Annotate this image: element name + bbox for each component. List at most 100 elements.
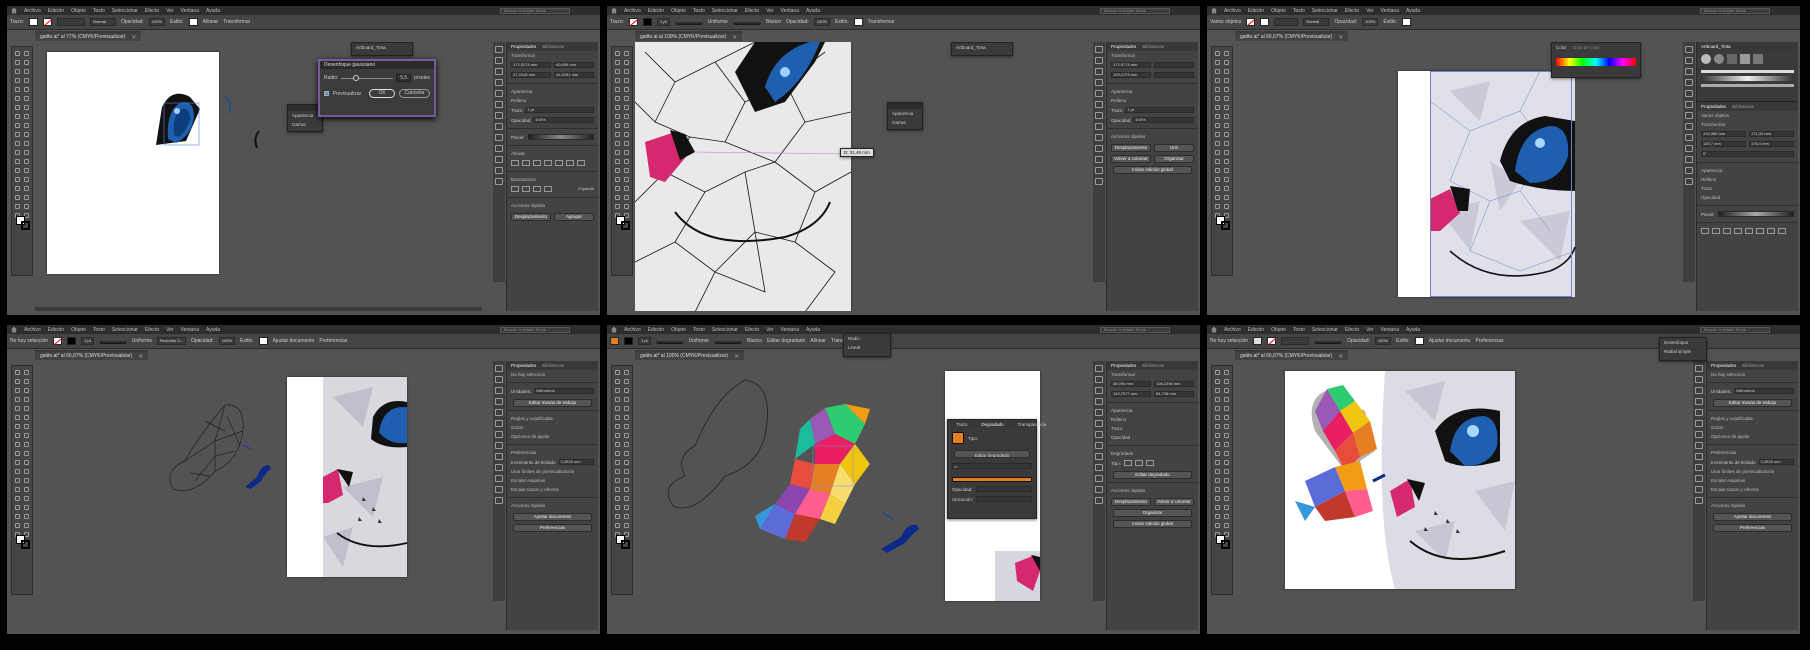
preferencias-button[interactable]: Preferencias [513, 524, 592, 532]
tool-icon[interactable] [615, 451, 620, 456]
tool-icon[interactable] [1215, 168, 1220, 173]
document-tab[interactable]: gatito.ai* al 77% (CMYK/Previsualizar) ✕ [35, 31, 142, 41]
tool-icon[interactable] [1224, 496, 1229, 501]
menu-ayuda[interactable]: Ayuda [806, 327, 820, 333]
tool-icon[interactable] [1215, 186, 1220, 191]
tool-icon[interactable] [15, 487, 20, 492]
desplazamiento-button[interactable]: Desplazamiento [1111, 144, 1151, 152]
tool-icon[interactable] [624, 51, 629, 56]
tool-icon[interactable] [1224, 69, 1229, 74]
stroke-weight-field[interactable]: 1 pt [81, 337, 94, 345]
tab-bibliotecas[interactable]: Bibliotecas [542, 363, 564, 368]
x-field[interactable]: 172,9774 mm [1111, 62, 1151, 68]
stroke-color-icon[interactable] [21, 221, 30, 230]
tool-icon[interactable] [1224, 397, 1229, 402]
tool-icon[interactable] [15, 451, 20, 456]
tool-icon[interactable] [615, 141, 620, 146]
w-field[interactable]: 106,1396 mm [1154, 381, 1194, 387]
tool-icon[interactable] [1215, 379, 1220, 384]
opacidad-row[interactable]: Opacidad [1107, 433, 1198, 442]
tool-icon[interactable] [1215, 114, 1220, 119]
tab-degradado[interactable]: Degradado [977, 420, 1007, 429]
tab-propiedades[interactable]: Propiedades [1701, 104, 1726, 109]
opacity-field[interactable]: 100% [1362, 18, 1379, 26]
tool-icon[interactable] [615, 379, 620, 384]
menu-ayuda[interactable]: Ayuda [1406, 327, 1420, 333]
tool-icon[interactable] [615, 469, 620, 474]
color-spectrum[interactable] [1556, 58, 1636, 66]
menu-ventana[interactable]: Ventana [781, 327, 799, 333]
global-edit-button[interactable]: Iniciar edición global [1113, 520, 1192, 528]
tool-icon[interactable] [24, 487, 29, 492]
menu-ventana[interactable]: Ventana [181, 8, 199, 14]
stroke-swatch[interactable] [67, 337, 77, 345]
tool-icon[interactable] [1224, 406, 1229, 411]
tool-icon[interactable] [615, 415, 620, 420]
menu-efecto[interactable]: Efecto [145, 8, 159, 14]
tool-icon[interactable] [615, 424, 620, 429]
tool-icon[interactable] [1224, 204, 1229, 209]
tool-icon[interactable] [1224, 60, 1229, 65]
tool-icon[interactable] [15, 460, 20, 465]
menu-archivo[interactable]: Archivo [624, 327, 641, 333]
tab-trazo[interactable]: Trazo [952, 420, 971, 429]
x-field[interactable]: 172,5274 mm [511, 62, 551, 68]
tool-icon[interactable] [615, 195, 620, 200]
opacidad-row[interactable]: Opacidad [1697, 193, 1798, 202]
tool-icon[interactable] [15, 168, 20, 173]
tool-icon[interactable] [1224, 114, 1229, 119]
escalar-trazos-checkbox[interactable]: Escalar trazos y efectos [1707, 485, 1798, 494]
y-field[interactable]: 109,4723 mm [1111, 72, 1151, 78]
home-icon[interactable] [1211, 7, 1217, 14]
tool-icon[interactable] [1215, 505, 1220, 510]
tool-icon[interactable] [624, 469, 629, 474]
style-swatch[interactable] [1414, 337, 1424, 345]
tool-icon[interactable] [1215, 388, 1220, 393]
brush-definition[interactable] [1314, 338, 1343, 344]
menu-seleccionar[interactable]: Seleccionar [712, 8, 738, 14]
artboard-tinta-label[interactable]: Artboard_Tinta [952, 43, 1012, 52]
tool-icon[interactable] [624, 388, 629, 393]
style-swatch[interactable] [258, 337, 268, 345]
units-select[interactable]: Milímetros [534, 388, 594, 394]
ajustar-documento-button[interactable]: Ajustar documento [1713, 513, 1792, 521]
ajustar-documento-button[interactable]: Ajustar documento [273, 338, 315, 344]
tool-icon[interactable] [15, 523, 20, 528]
tool-icon[interactable] [624, 78, 629, 83]
tool-icon[interactable] [1215, 442, 1220, 447]
gradient-opacity-field[interactable] [975, 486, 1032, 492]
menu-ventana[interactable]: Ventana [1381, 8, 1399, 14]
incremento-field[interactable]: 0,3528 mm [558, 459, 594, 465]
tab-propiedades[interactable]: Propiedades [1711, 363, 1736, 368]
tab-propiedades[interactable]: Propiedades [511, 363, 536, 368]
tool-icon[interactable] [24, 379, 29, 384]
tool-icon[interactable] [15, 186, 20, 191]
tab-guia-color[interactable]: Guía de color [1573, 45, 1600, 50]
menu-ventana[interactable]: Ventana [781, 8, 799, 14]
tool-icon[interactable] [1224, 487, 1229, 492]
tool-icon[interactable] [624, 168, 629, 173]
tool-icon[interactable] [615, 505, 620, 510]
stock-search-input[interactable]: Buscar en Adobe Stock [1100, 326, 1170, 333]
stroke-swatch[interactable] [1267, 337, 1277, 345]
tool-icon[interactable] [24, 168, 29, 173]
home-icon[interactable] [1211, 326, 1217, 333]
menu-archivo[interactable]: Archivo [624, 8, 641, 14]
close-icon[interactable]: ✕ [131, 34, 136, 41]
tool-icon[interactable] [624, 195, 629, 200]
h-field[interactable]: 176,4 mm [1749, 141, 1794, 147]
tool-icon[interactable] [624, 397, 629, 402]
menu-efecto[interactable]: Efecto [1345, 327, 1359, 333]
tool-icon[interactable] [15, 123, 20, 128]
tool-icon[interactable] [1215, 150, 1220, 155]
tool-icon[interactable] [15, 51, 20, 56]
tool-icon[interactable] [24, 132, 29, 137]
menu-archivo[interactable]: Archivo [24, 8, 41, 14]
tool-icon[interactable] [615, 397, 620, 402]
tool-icon[interactable] [1215, 123, 1220, 128]
tool-icon[interactable] [24, 96, 29, 101]
tab-bibliotecas[interactable]: Bibliotecas [1742, 363, 1764, 368]
artboard-tinta-label[interactable]: Artboard_Tinta [352, 43, 412, 52]
brush-select[interactable] [527, 134, 594, 140]
radius-slider[interactable] [341, 74, 394, 81]
